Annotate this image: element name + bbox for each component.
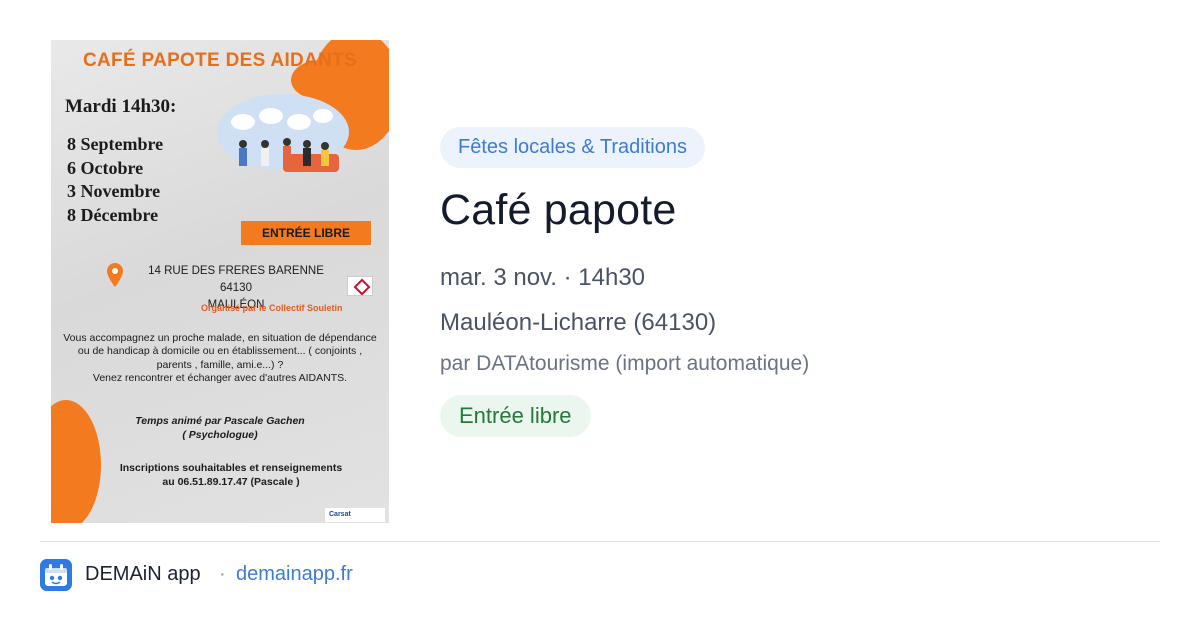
poster-animation: Temps animé par Pascale Gachen ( Psychol…: [91, 414, 349, 442]
poster-inscription-line: au 06.51.89.17.47 (Pascale ): [162, 476, 300, 488]
app-logo-icon: [40, 559, 72, 591]
poster-description-line: Vous accompagnez un proche malade, en si…: [63, 332, 377, 344]
app-domain-link[interactable]: demainapp.fr: [236, 563, 353, 586]
poster-date: 8 Décembre: [67, 204, 159, 225]
app-name: DEMAiN app: [85, 563, 201, 585]
poster-dates: 8 Septembre 6 Octobre 3 Novembre 8 Décem…: [67, 133, 163, 227]
people-illustration: [217, 94, 349, 172]
footer-separator: ·: [219, 563, 226, 585]
poster-address-line: 14 RUE DES FRERES BARENNE 64130: [148, 265, 324, 294]
poster-inscription-line: Inscriptions souhaitables et renseigneme…: [119, 462, 343, 474]
event-location: Mauléon-Licharre (64130): [440, 309, 717, 336]
price-badge: Entrée libre: [440, 395, 591, 437]
poster-date: 6 Octobre: [67, 157, 144, 178]
poster-description-line: Venez rencontrer et échanger avec d'autr…: [92, 371, 348, 384]
poster-inscription: Inscriptions souhaitables et renseigneme…: [101, 461, 361, 489]
poster-time: Mardi 14h30:: [65, 96, 177, 117]
poster-free-entry: ENTRÉE LIBRE: [241, 221, 371, 245]
poster-animation-line: ( Psychologue): [182, 429, 258, 441]
category-badge[interactable]: Fêtes locales & Traditions: [440, 127, 705, 168]
event-poster-image: CAFÉ PAPOTE DES AIDANTS Mardi 14h30: 8 S…: [51, 40, 389, 523]
poster-title: CAFÉ PAPOTE DES AIDANTS: [83, 50, 357, 71]
poster-animation-line: Temps animé par Pascale Gachen: [135, 415, 305, 427]
poster-organizer: Organisé par le Collectif Souletin: [201, 303, 343, 313]
poster-description-line: parents , famille, ami.e...) ?: [156, 358, 284, 371]
event-source: par DATAtourisme (import automatique): [440, 352, 810, 375]
poster-date: 8 Septembre: [67, 134, 164, 154]
organizer-logo: [347, 276, 373, 296]
divider: [40, 541, 1160, 542]
poster-description-line: ou de handicap à domicile ou en établiss…: [77, 345, 363, 358]
location-pin-icon: [107, 263, 123, 287]
poster-description: Vous accompagnez un proche malade, en si…: [59, 332, 381, 385]
poster-date: 3 Novembre: [67, 181, 161, 201]
event-datetime: mar. 3 nov. · 14h30: [440, 264, 646, 291]
event-title: Café papote: [440, 186, 677, 234]
partner-logo: Carsat: [325, 508, 385, 522]
